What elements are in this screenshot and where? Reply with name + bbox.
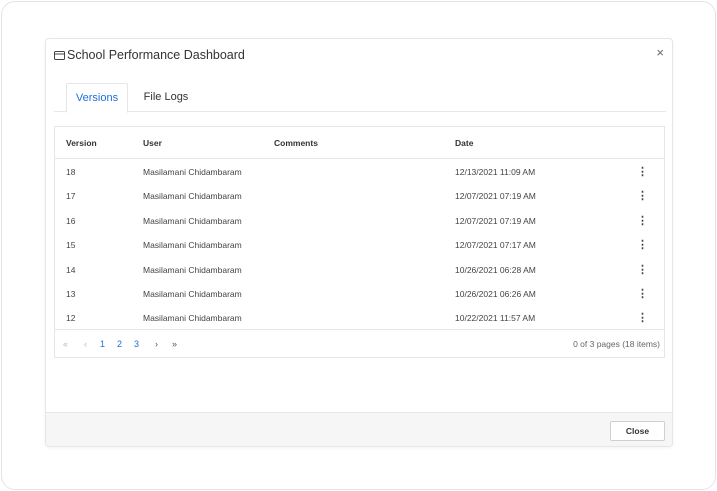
page-1-button[interactable]: 1: [100, 330, 105, 358]
cell-user: Masilamani Chidambaram: [143, 289, 242, 299]
row-menu-icon[interactable]: ⋮: [637, 258, 648, 282]
column-header-version[interactable]: Version: [66, 127, 97, 159]
cell-user: Masilamani Chidambaram: [143, 313, 242, 324]
column-header-date[interactable]: Date: [455, 127, 473, 159]
cell-user: Masilamani Chidambaram: [143, 167, 242, 177]
versions-grid: Version User Comments Date 18 Masilamani…: [54, 126, 665, 358]
close-icon[interactable]: ×: [656, 46, 664, 60]
dialog-footer: Close: [46, 412, 672, 446]
table-row[interactable]: 13 Masilamani Chidambaram 10/26/2021 06:…: [55, 282, 664, 306]
cell-user: Masilamani Chidambaram: [143, 215, 242, 226]
cell-version: 17: [66, 191, 76, 202]
dialog-header: School Performance Dashboard ×: [46, 39, 672, 73]
column-header-comments[interactable]: Comments: [274, 127, 318, 159]
pager: « ‹ 1 2 3 › » 0 of 3 pages (18 items): [55, 329, 664, 358]
dialog-title: School Performance Dashboard: [67, 48, 245, 62]
table-row[interactable]: 14 Masilamani Chidambaram 10/26/2021 06:…: [55, 258, 664, 282]
table-row[interactable]: 16 Masilamani Chidambaram 12/07/2021 07:…: [55, 209, 664, 233]
column-header-user[interactable]: User: [143, 127, 162, 159]
page-3-button[interactable]: 3: [134, 330, 139, 358]
cell-version: 15: [66, 240, 76, 251]
close-button[interactable]: Close: [610, 421, 665, 441]
cell-date: 12/07/2021 07:17 AM: [455, 240, 536, 251]
cell-version: 16: [66, 215, 76, 226]
window-icon: [54, 51, 65, 60]
row-menu-icon[interactable]: ⋮: [637, 184, 648, 208]
tab-bar: Versions File Logs: [54, 83, 666, 113]
row-menu-icon[interactable]: ⋮: [637, 209, 648, 233]
cell-date: 12/07/2021 07:19 AM: [455, 215, 536, 226]
table-row[interactable]: 17 Masilamani Chidambaram 12/07/2021 07:…: [55, 184, 664, 208]
version-history-dialog: School Performance Dashboard × Versions …: [45, 38, 673, 447]
cell-date: 12/13/2021 11:09 AM: [455, 167, 536, 177]
table-row[interactable]: 12 Masilamani Chidambaram 10/22/2021 11:…: [55, 306, 664, 330]
row-menu-icon[interactable]: ⋮: [637, 306, 648, 330]
pager-info: 0 of 3 pages (18 items): [573, 339, 660, 349]
row-menu-icon[interactable]: ⋮: [637, 160, 648, 184]
cell-date: 12/07/2021 07:19 AM: [455, 191, 536, 202]
cell-version: 18: [66, 167, 76, 177]
cell-user: Masilamani Chidambaram: [143, 191, 242, 202]
cell-version: 13: [66, 289, 76, 299]
page-2-button[interactable]: 2: [117, 330, 122, 358]
tab-file-logs[interactable]: File Logs: [136, 83, 196, 112]
row-menu-icon[interactable]: ⋮: [637, 233, 648, 257]
prev-page-icon[interactable]: ‹: [84, 330, 87, 358]
cell-version: 14: [66, 264, 76, 275]
tab-versions[interactable]: Versions: [66, 83, 128, 113]
cell-date: 10/26/2021 06:28 AM: [455, 264, 536, 275]
first-page-icon[interactable]: «: [63, 330, 68, 358]
cell-version: 12: [66, 313, 76, 324]
row-menu-icon[interactable]: ⋮: [637, 282, 648, 306]
cell-user: Masilamani Chidambaram: [143, 240, 242, 251]
last-page-icon[interactable]: »: [172, 330, 177, 358]
grid-header: Version User Comments Date: [55, 127, 664, 159]
next-page-icon[interactable]: ›: [155, 330, 158, 358]
table-row[interactable]: 18 Masilamani Chidambaram 12/13/2021 11:…: [55, 160, 664, 184]
cell-user: Masilamani Chidambaram: [143, 264, 242, 275]
cell-date: 10/22/2021 11:57 AM: [455, 313, 536, 324]
table-row[interactable]: 15 Masilamani Chidambaram 12/07/2021 07:…: [55, 233, 664, 257]
cell-date: 10/26/2021 06:26 AM: [455, 289, 536, 299]
